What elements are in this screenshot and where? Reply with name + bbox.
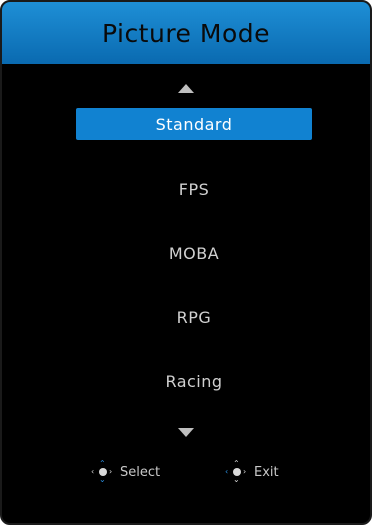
- option-moba[interactable]: MOBA: [76, 237, 312, 269]
- triangle-down-icon[interactable]: [178, 428, 194, 437]
- triangle-up-icon[interactable]: [178, 84, 194, 93]
- option-rpg[interactable]: RPG: [76, 301, 312, 333]
- option-racing[interactable]: Racing: [76, 365, 312, 397]
- menu-title: Picture Mode: [101, 18, 271, 48]
- option-standard[interactable]: Standard: [76, 108, 312, 140]
- menu-body: Standard FPS MOBA RPG Racing ⌃ ‹ › ⌄ Sel…: [2, 64, 370, 523]
- option-label: FPS: [178, 179, 210, 199]
- exit-hint: ⌃ ‹ › ⌄ Exit: [224, 460, 279, 484]
- exit-label: Exit: [254, 464, 279, 480]
- joystick-up-down-icon: ⌃ ‹ › ⌄: [91, 459, 113, 484]
- option-label: RPG: [176, 307, 212, 327]
- osd-menu-panel: Picture Mode Standard FPS MOBA RPG Racin…: [0, 0, 372, 525]
- option-fps[interactable]: FPS: [76, 173, 312, 205]
- menu-header: Picture Mode: [2, 2, 370, 64]
- footer-hints: ⌃ ‹ › ⌄ Select ⌃ ‹ › ⌄ Exit: [2, 460, 370, 484]
- option-label: Racing: [165, 371, 223, 391]
- select-label: Select: [120, 464, 161, 480]
- option-label: Standard: [155, 114, 233, 134]
- select-hint: ⌃ ‹ › ⌄ Select: [90, 460, 160, 484]
- joystick-left-icon: ⌃ ‹ › ⌄: [225, 459, 247, 484]
- option-label: MOBA: [168, 243, 220, 263]
